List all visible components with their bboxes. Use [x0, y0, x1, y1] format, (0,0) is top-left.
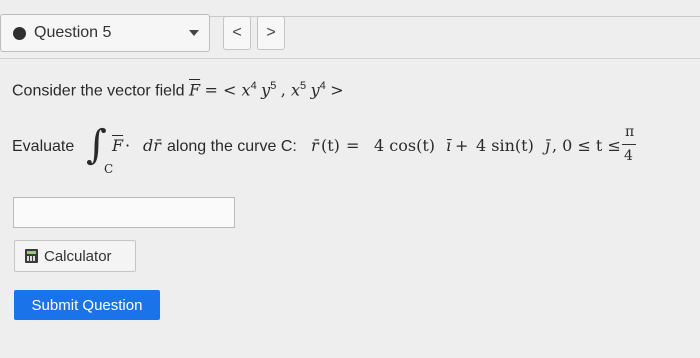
fraction-bar [622, 144, 636, 145]
i-unit-vector: ī [446, 136, 452, 155]
field-symbol: F [112, 136, 124, 155]
t-argument: (t) [321, 136, 340, 155]
integral-subscript: C [104, 162, 114, 176]
chevron-left-icon: < [232, 24, 242, 41]
r-symbol: r̄ [311, 136, 319, 155]
dot-operator: · [125, 136, 131, 155]
j-unit-vector: j̄ [545, 136, 550, 155]
plus-sign: + [455, 136, 469, 155]
sin-term: 4 sin(t) [476, 136, 534, 155]
exponent: 5 [299, 80, 307, 92]
var-y: y [261, 80, 271, 100]
evaluate-statement: Evaluate ∫ C F · dr̄ along the curve C: … [12, 122, 692, 184]
cos-term: 4 cos(t) [374, 136, 435, 155]
exponent: 4 [319, 80, 326, 92]
prev-question-button[interactable]: < [223, 16, 251, 50]
var-y: y [310, 80, 320, 100]
exponent: 5 [270, 80, 277, 92]
calculator-icon [25, 249, 38, 263]
fraction-numerator: π [625, 124, 635, 140]
comma: , [280, 80, 291, 100]
exponent: 4 [250, 80, 257, 92]
equals-sign: = [346, 136, 360, 155]
question-selector[interactable]: Question 5 [0, 14, 210, 52]
submit-question-button[interactable]: Submit Question [14, 290, 160, 320]
header-divider [0, 58, 700, 59]
field-symbol: F [188, 80, 201, 100]
vector-open: < [223, 80, 242, 100]
evaluate-label: Evaluate [12, 138, 75, 155]
var-x: x [241, 80, 251, 100]
status-dot-icon [13, 26, 26, 40]
along-curve-text: along the curve C: [167, 138, 297, 155]
question-label: Question 5 [34, 24, 112, 41]
var-x: x [290, 80, 300, 100]
chevron-right-icon: > [266, 24, 276, 41]
calculator-label: Calculator [44, 247, 112, 265]
t-range: , 0 ≤ t ≤ [552, 136, 621, 155]
statement-text: Consider the vector field [12, 82, 189, 100]
dr-symbol: dr̄ [143, 136, 161, 155]
equals-sign: = [204, 80, 224, 100]
fraction-denominator: 4 [624, 148, 633, 164]
vector-close: > [330, 80, 344, 100]
caret-down-icon [189, 30, 199, 36]
next-question-button[interactable]: > [257, 16, 285, 50]
answer-input[interactable] [13, 197, 235, 228]
vector-field-statement: Consider the vector field F = < x4 y5 , … [12, 80, 344, 100]
calculator-button[interactable]: Calculator [14, 240, 136, 272]
